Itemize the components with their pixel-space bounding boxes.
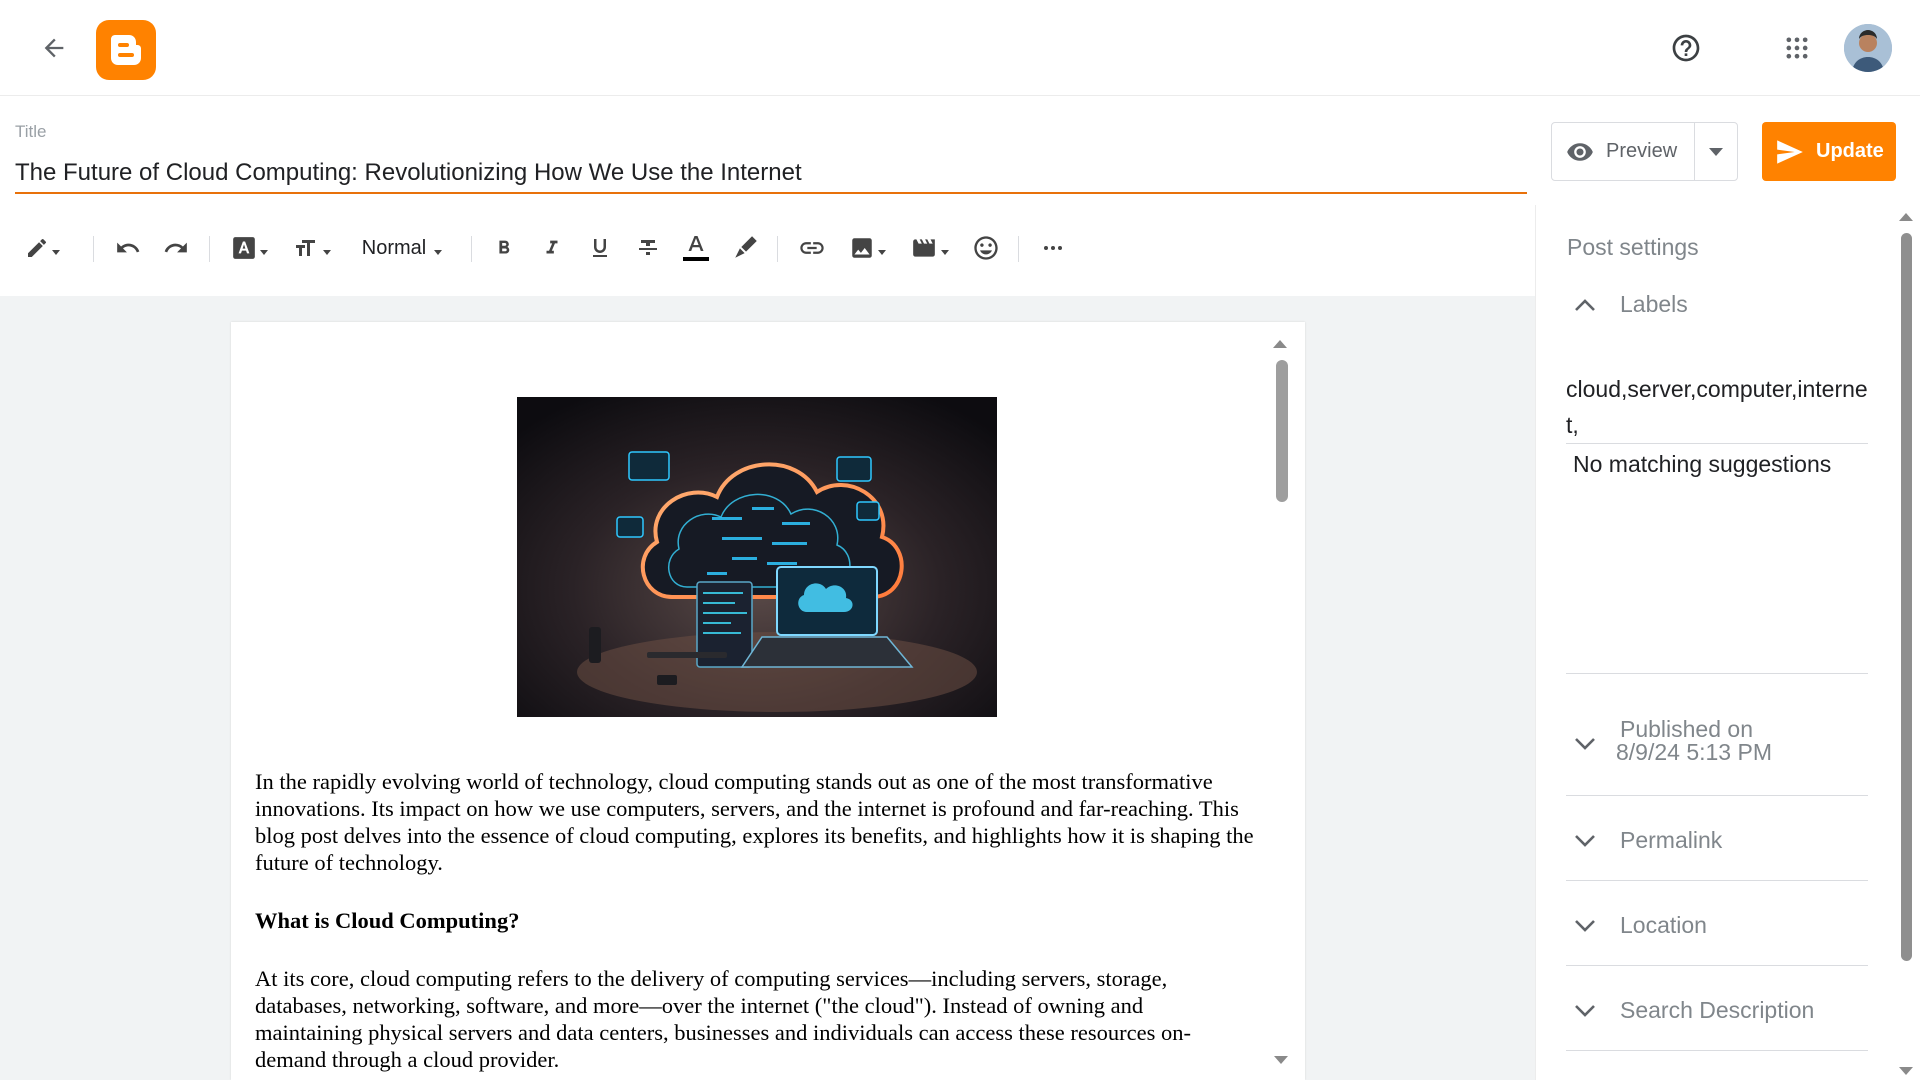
divider bbox=[1566, 673, 1868, 674]
preview-group: Preview bbox=[1551, 122, 1738, 181]
labels-suggestions: No matching suggestions bbox=[1573, 451, 1832, 477]
apps-grid-icon[interactable] bbox=[1777, 28, 1817, 68]
divider bbox=[1566, 795, 1868, 796]
video-icon[interactable] bbox=[906, 222, 952, 274]
labels-section-header[interactable]: Labels bbox=[1574, 291, 1688, 318]
avatar[interactable] bbox=[1844, 24, 1892, 72]
highlight-icon[interactable] bbox=[728, 222, 762, 274]
permalink-section-header[interactable]: Permalink bbox=[1574, 827, 1722, 854]
paragraph-style-select[interactable]: Normal bbox=[352, 222, 452, 274]
scroll-thumb[interactable] bbox=[1276, 360, 1288, 502]
toolbar-divider bbox=[1018, 236, 1019, 262]
chevron-up-icon bbox=[1575, 298, 1595, 311]
blogger-logo[interactable] bbox=[96, 20, 156, 80]
scroll-down-arrow-icon[interactable] bbox=[1899, 1067, 1913, 1075]
bold-icon[interactable] bbox=[488, 222, 520, 274]
chevron-down-icon bbox=[1575, 1004, 1595, 1017]
labels-heading: Labels bbox=[1620, 291, 1688, 317]
text-size-icon[interactable] bbox=[290, 222, 334, 274]
link-icon[interactable] bbox=[794, 222, 830, 274]
scroll-down-arrow-icon[interactable] bbox=[1274, 1056, 1288, 1064]
top-bar bbox=[0, 0, 1920, 96]
toolbar-divider bbox=[471, 236, 472, 262]
divider bbox=[1566, 965, 1868, 966]
permalink-heading: Permalink bbox=[1620, 827, 1723, 853]
paragraph-definition: At its core, cloud computing refers to t… bbox=[255, 966, 1191, 1072]
underline-icon[interactable] bbox=[584, 222, 616, 274]
toolbar-divider bbox=[777, 236, 778, 262]
redo-icon[interactable] bbox=[158, 222, 194, 274]
divider bbox=[1566, 1050, 1868, 1051]
preview-dropdown[interactable] bbox=[1695, 123, 1737, 180]
labels-underline bbox=[1566, 443, 1868, 444]
scroll-up-arrow-icon[interactable] bbox=[1899, 213, 1913, 221]
heading-what-is-cloud: What is Cloud Computing? bbox=[255, 908, 520, 933]
paragraph-style-label: Normal bbox=[361, 236, 427, 259]
image-icon[interactable] bbox=[844, 222, 890, 274]
chevron-down-icon bbox=[1575, 738, 1595, 750]
post-image[interactable] bbox=[517, 397, 997, 717]
send-icon bbox=[1777, 139, 1803, 164]
settings-scrollbar[interactable] bbox=[1898, 213, 1914, 1080]
chevron-down-icon bbox=[1575, 834, 1595, 847]
post-settings-panel: Post settings Labels cloud,server,comput… bbox=[1535, 205, 1920, 1080]
post-body-text[interactable]: In the rapidly evolving world of technol… bbox=[255, 768, 1255, 1080]
editor-scrollbar[interactable] bbox=[1273, 340, 1289, 1070]
text-color-icon[interactable] bbox=[680, 222, 712, 274]
title-input[interactable]: The Future of Cloud Computing: Revolutio… bbox=[15, 156, 1527, 194]
strikethrough-icon[interactable] bbox=[632, 222, 664, 274]
scroll-up-arrow-icon[interactable] bbox=[1273, 340, 1287, 348]
published-date: 8/9/24 5:13 PM bbox=[1616, 739, 1772, 765]
caret-down-icon bbox=[1709, 147, 1723, 156]
location-heading: Location bbox=[1620, 912, 1707, 938]
preview-button[interactable]: Preview bbox=[1552, 123, 1695, 180]
toolbar-divider bbox=[93, 236, 94, 262]
search-description-section-header[interactable]: Search Description bbox=[1574, 997, 1814, 1024]
update-label: Update bbox=[1816, 140, 1884, 162]
post-settings-title: Post settings bbox=[1567, 234, 1699, 260]
location-section-header[interactable]: Location bbox=[1574, 912, 1707, 939]
post-body-editor[interactable]: In the rapidly evolving world of technol… bbox=[231, 322, 1305, 1080]
paragraph-intro: In the rapidly evolving world of technol… bbox=[255, 769, 1254, 875]
help-icon[interactable] bbox=[1666, 28, 1706, 68]
divider bbox=[1566, 880, 1868, 881]
pencil-icon[interactable] bbox=[16, 222, 68, 274]
chevron-down-icon bbox=[1575, 919, 1595, 932]
labels-input[interactable]: cloud,server,computer,internet, bbox=[1566, 371, 1868, 443]
update-button[interactable]: Update bbox=[1762, 122, 1896, 181]
more-icon[interactable] bbox=[1035, 222, 1071, 274]
undo-icon[interactable] bbox=[110, 222, 146, 274]
preview-label: Preview bbox=[1606, 140, 1678, 162]
font-icon[interactable] bbox=[226, 222, 272, 274]
eye-icon bbox=[1567, 142, 1593, 161]
italic-icon[interactable] bbox=[536, 222, 568, 274]
back-arrow-icon[interactable] bbox=[34, 28, 74, 68]
search-description-heading: Search Description bbox=[1620, 997, 1815, 1023]
emoji-icon[interactable] bbox=[968, 222, 1004, 274]
toolbar-divider bbox=[209, 236, 210, 262]
scroll-thumb[interactable] bbox=[1901, 233, 1912, 961]
title-label: Title bbox=[15, 122, 47, 141]
